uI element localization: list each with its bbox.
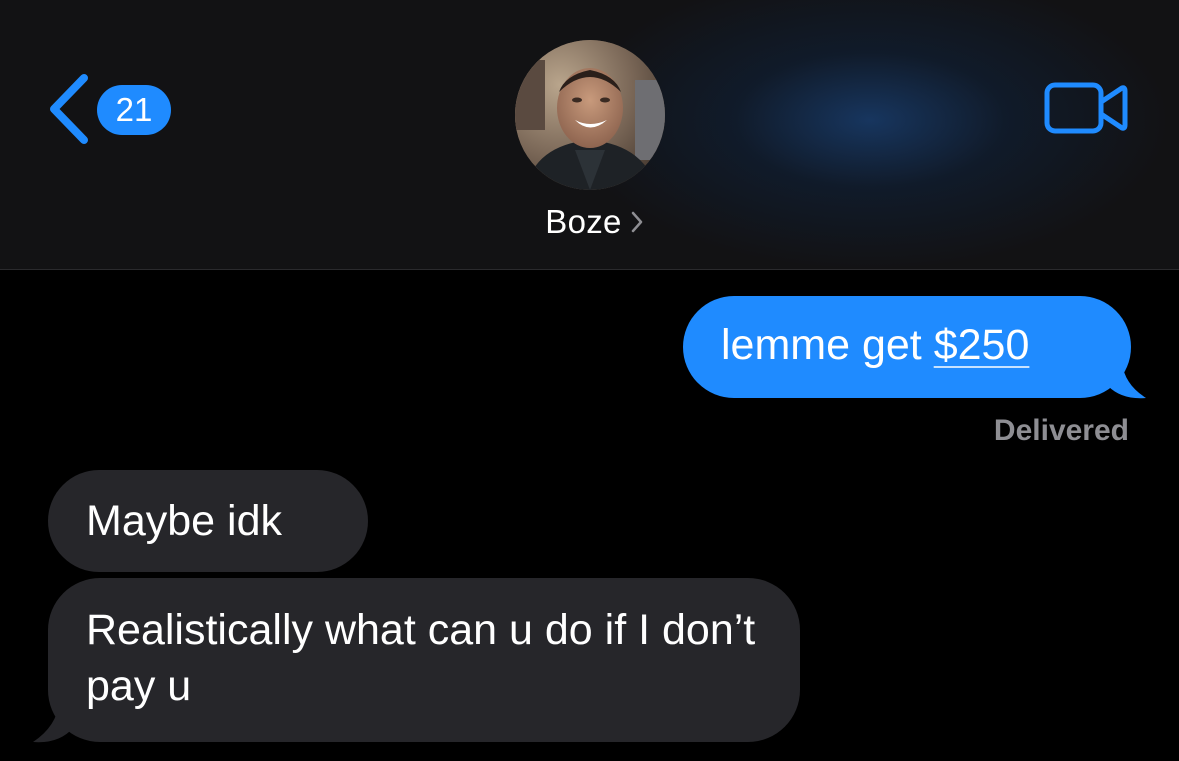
avatar[interactable] — [515, 40, 665, 190]
avatar-photo — [515, 40, 665, 190]
video-call-button[interactable] — [1044, 80, 1128, 136]
outgoing-bubble-tail — [1108, 362, 1146, 399]
delivery-status: Delivered — [993, 414, 1129, 447]
unread-count-badge: 21 — [97, 85, 171, 135]
payment-amount-link[interactable]: $250 — [934, 321, 1030, 369]
outgoing-message-bubble[interactable]: lemme get $250 — [683, 296, 1131, 398]
incoming-bubble-tail — [33, 702, 73, 743]
message-text: lemme get — [721, 321, 934, 369]
conversation-header: 21 Boze — [0, 0, 1179, 270]
incoming-message-bubble[interactable]: Realistically what can u do if I don’t p… — [48, 578, 800, 742]
back-button[interactable]: 21 — [46, 74, 176, 144]
video-camera-icon — [1044, 82, 1128, 134]
chevron-right-icon — [631, 211, 642, 233]
incoming-message-bubble[interactable]: Maybe idk — [48, 470, 368, 572]
message-text: Maybe idk — [86, 497, 282, 545]
message-text: Realistically what can u do if I don’t p… — [86, 606, 756, 710]
contact-name-button[interactable]: Boze — [0, 203, 1179, 247]
chevron-left-icon — [50, 74, 88, 144]
contact-name: Boze — [545, 203, 622, 240]
